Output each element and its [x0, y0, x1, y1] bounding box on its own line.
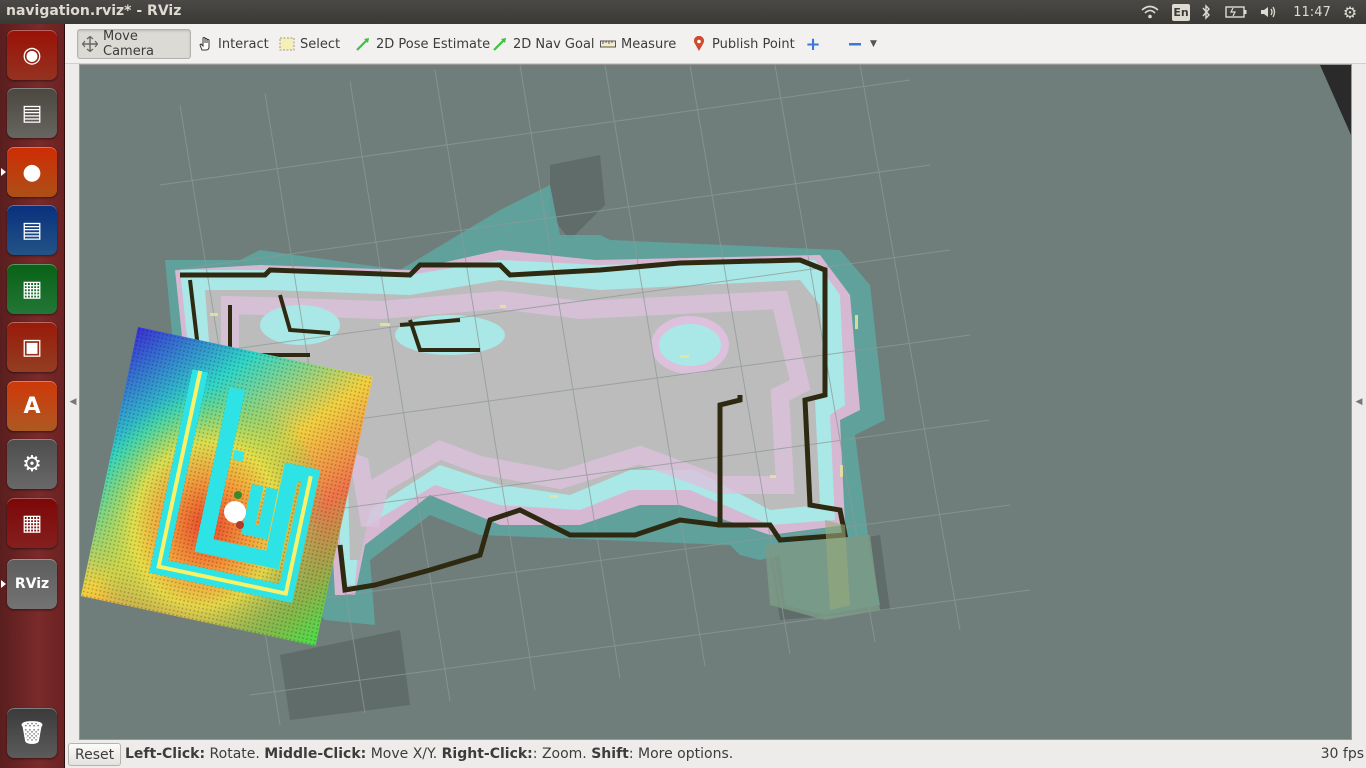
launcher-firefox-icon[interactable]: ●: [7, 147, 57, 197]
tool-label: Publish Point: [712, 36, 795, 52]
help-text: : More options.: [628, 746, 734, 762]
remove-tool-button[interactable]: ▼: [843, 29, 881, 59]
keyboard-layout-indicator[interactable]: En: [1172, 4, 1190, 21]
chevron-down-icon: ▼: [870, 39, 877, 49]
toolbar: Move Camera Interact Select 2D Pose Esti…: [65, 24, 1366, 64]
tool-interact[interactable]: Interact: [193, 29, 273, 59]
tool-label: Interact: [218, 36, 269, 52]
tool-2d-pose-estimate[interactable]: 2D Pose Estimate: [351, 29, 494, 59]
wifi-icon[interactable]: [1140, 2, 1160, 22]
help-key: Middle-Click:: [264, 746, 367, 762]
pose-arrow-icon: [355, 36, 371, 52]
reset-button[interactable]: Reset: [68, 743, 122, 766]
help-text: Move X/Y.: [366, 746, 442, 762]
map-render: [80, 65, 1351, 739]
tool-label: Select: [300, 36, 341, 52]
add-tool-button[interactable]: +: [801, 29, 830, 59]
nav-goal-icon: [492, 36, 508, 52]
volume-icon[interactable]: [1259, 2, 1279, 22]
launcher-rviz-icon[interactable]: RViz: [7, 559, 57, 609]
launcher-trash-icon[interactable]: 🗑: [7, 708, 57, 758]
running-indicator: [1, 168, 6, 176]
tool-measure[interactable]: Measure: [596, 29, 680, 59]
tool-publish-point[interactable]: Publish Point: [687, 29, 799, 59]
launcher-libreoffice-writer-icon[interactable]: ▤: [7, 205, 57, 255]
status-bar: Reset Left-Click: Rotate. Middle-Click: …: [65, 740, 1366, 768]
fps-readout: 30 fps: [1320, 746, 1364, 762]
ruler-icon: [600, 36, 616, 52]
help-key: Right-Click:: [441, 746, 533, 762]
right-panel-collapse-handle[interactable]: ◀: [1352, 64, 1366, 740]
move-camera-icon: [82, 36, 98, 52]
bluetooth-icon[interactable]: [1199, 2, 1213, 22]
launcher-ubuntu-software-icon[interactable]: A: [7, 381, 57, 431]
map-pin-icon: [691, 36, 707, 52]
help-key: Left-Click:: [125, 746, 206, 762]
launcher-libreoffice-calc-icon[interactable]: ▦: [7, 264, 57, 314]
hand-icon: [197, 36, 213, 52]
launcher-ubuntu-dash-icon[interactable]: ◉: [7, 30, 57, 80]
tool-label: 2D Pose Estimate: [376, 36, 491, 52]
help-text: Rotate.: [205, 746, 265, 762]
select-icon: [279, 36, 295, 52]
running-indicator: [1, 580, 6, 588]
tool-move-camera[interactable]: Move Camera: [77, 29, 191, 59]
tool-select[interactable]: Select: [275, 29, 344, 59]
left-panel-collapse-handle[interactable]: ◀: [67, 64, 79, 740]
launcher-system-settings-icon[interactable]: ⚙: [7, 439, 57, 489]
tool-2d-nav-goal[interactable]: 2D Nav Goal: [488, 29, 599, 59]
launcher-files-icon[interactable]: ▤: [7, 88, 57, 138]
minus-icon: [847, 36, 863, 52]
window-title: navigation.rviz* - RViz: [6, 3, 182, 19]
battery-icon[interactable]: [1224, 2, 1248, 22]
clock[interactable]: 11:47: [1292, 2, 1332, 22]
tool-label: Measure: [621, 36, 677, 52]
help-text: : Zoom.: [532, 746, 592, 762]
launcher-workspace-switcher-icon[interactable]: ▦: [7, 498, 57, 548]
launcher-libreoffice-impress-icon[interactable]: ▣: [7, 322, 57, 372]
help-key: Shift: [591, 746, 629, 762]
plus-icon: +: [805, 33, 821, 55]
tool-label: 2D Nav Goal: [513, 36, 595, 52]
session-gear-icon[interactable]: ⚙: [1340, 2, 1360, 22]
rviz-window: Move Camera Interact Select 2D Pose Esti…: [65, 24, 1366, 768]
launcher: ◉ ▤ ● ▤ ▦ ▣ A ⚙ ▦ RViz 🗑: [0, 24, 65, 768]
top-panel: navigation.rviz* - RViz En 11:47 ⚙: [0, 0, 1366, 24]
render-viewport[interactable]: [79, 64, 1352, 740]
tool-label: Move Camera: [103, 29, 155, 59]
status-help-text: Left-Click: Rotate. Middle-Click: Move X…: [125, 746, 733, 762]
